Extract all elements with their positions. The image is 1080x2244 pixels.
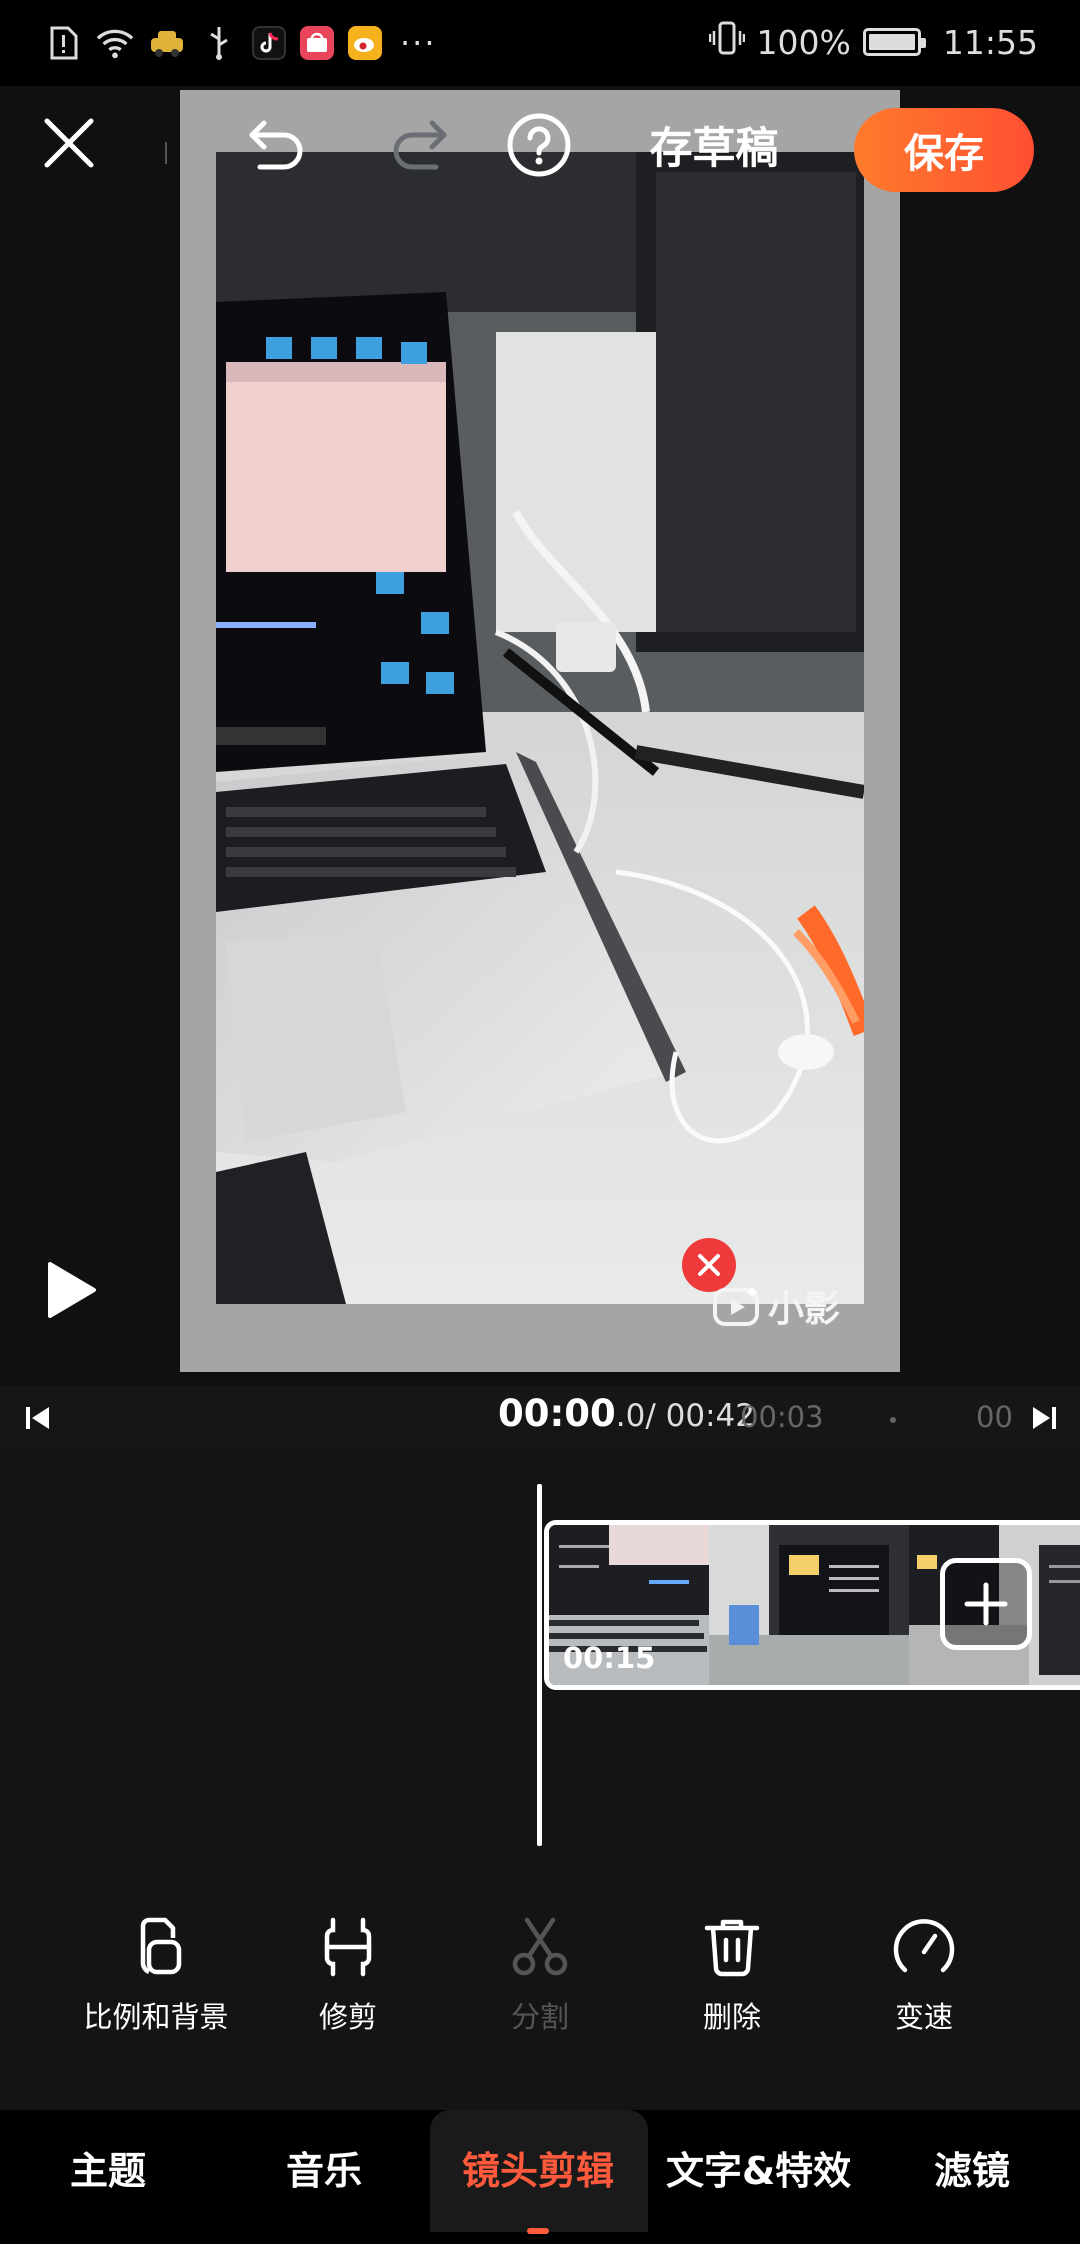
- plus-icon: [964, 1582, 1008, 1626]
- battery-icon: [862, 28, 926, 56]
- usb-icon: [200, 24, 238, 62]
- redo-button[interactable]: [384, 110, 456, 180]
- alert-sim-icon: [44, 24, 82, 62]
- playhead[interactable]: [537, 1484, 542, 1846]
- redo-icon: [393, 120, 447, 170]
- tool-label: 删除: [702, 2000, 761, 2034]
- total-duration: / 00:42: [645, 1398, 755, 1434]
- undo-button[interactable]: [240, 110, 312, 180]
- clock: 11:55: [942, 22, 1038, 62]
- clip-duration: 00:15: [563, 1641, 656, 1675]
- bottom-tab-bar: 主题 音乐 镜头剪辑 文字&特效 滤镜: [0, 2110, 1080, 2244]
- skip-end-icon: [1033, 1407, 1056, 1429]
- toolbar-divider: [165, 142, 167, 164]
- tab-clip-edit[interactable]: 镜头剪辑: [462, 2140, 614, 2195]
- editor-top-toolbar: 存草稿 保存: [0, 96, 1080, 206]
- status-bar: ··· 100% 11:55: [0, 0, 1080, 86]
- clip-thumbnail: [709, 1525, 909, 1685]
- timeline-tick-label: 00: [976, 1400, 1013, 1434]
- trim-icon: [324, 1917, 372, 1977]
- split-tool[interactable]: 分割: [440, 1914, 640, 2036]
- watermark-text: 小影: [768, 1289, 841, 1330]
- close-icon: [44, 118, 94, 168]
- help-icon: [507, 113, 571, 177]
- scissors-icon: [512, 1917, 568, 1976]
- tool-label: 比例和背景: [83, 2000, 229, 2034]
- vibrate-icon: [708, 21, 745, 63]
- skip-to-end-button[interactable]: [1024, 1400, 1064, 1436]
- speed-tool[interactable]: 变速: [824, 1914, 1024, 2036]
- car-app-icon: [148, 24, 186, 62]
- clip-tools: 比例和背景 修剪 分割 删除 变速: [0, 1870, 1080, 2110]
- close-button[interactable]: [32, 106, 106, 180]
- tab-filters[interactable]: 滤镜: [934, 2140, 1010, 2195]
- wifi-icon: [96, 24, 134, 62]
- active-tab-indicator: [527, 2228, 549, 2234]
- video-frame[interactable]: [216, 152, 864, 1304]
- tab-text-effects[interactable]: 文字&特效: [666, 2140, 851, 2195]
- close-icon: [698, 1254, 720, 1276]
- tool-label: 分割: [510, 2000, 569, 2034]
- help-button[interactable]: [504, 110, 574, 180]
- save-draft-button[interactable]: 存草稿: [634, 110, 794, 180]
- undo-icon: [249, 120, 303, 170]
- current-time-readout: 00:00.0/ 00:42: [498, 1392, 755, 1435]
- trim-tool[interactable]: 修剪: [248, 1914, 448, 2036]
- ratio-background-tool[interactable]: 比例和背景: [56, 1914, 256, 2036]
- timeline-track[interactable]: 00:15: [0, 1450, 1080, 1870]
- play-button[interactable]: [38, 1258, 102, 1322]
- tool-label: 修剪: [318, 2000, 377, 2034]
- video-preview-area: [0, 86, 1080, 1386]
- timeline-tick-label: 00:03: [740, 1400, 824, 1434]
- skip-start-icon: [26, 1407, 49, 1429]
- shopping-app-icon: [300, 26, 334, 60]
- timeline-header: 00:00.0/ 00:42 00:03 00: [0, 1386, 1080, 1450]
- weibo-app-icon: [348, 26, 382, 60]
- tab-music[interactable]: 音乐: [286, 2140, 362, 2195]
- delete-tool[interactable]: 删除: [632, 1914, 832, 2036]
- skip-to-start-button[interactable]: [18, 1400, 58, 1436]
- save-button[interactable]: 保存: [854, 108, 1034, 192]
- timeline-tick-dot: [890, 1417, 896, 1423]
- watermark: 小影: [712, 1282, 840, 1330]
- xiaoying-logo-icon: [713, 1286, 759, 1326]
- play-icon: [48, 1262, 96, 1318]
- tiktok-app-icon: [252, 26, 286, 60]
- battery-percent: 100%: [756, 22, 851, 62]
- add-clip-button[interactable]: [940, 1558, 1032, 1650]
- current-time-fraction: .0: [615, 1398, 646, 1434]
- speed-icon: [893, 1919, 955, 1973]
- trash-icon: [704, 1919, 760, 1977]
- more-notifications-icon: ···: [400, 24, 437, 62]
- ratio-background-icon: [140, 1917, 182, 1975]
- tab-theme[interactable]: 主题: [70, 2140, 146, 2195]
- current-time: 00:00: [498, 1392, 616, 1435]
- tool-label: 变速: [894, 2000, 953, 2034]
